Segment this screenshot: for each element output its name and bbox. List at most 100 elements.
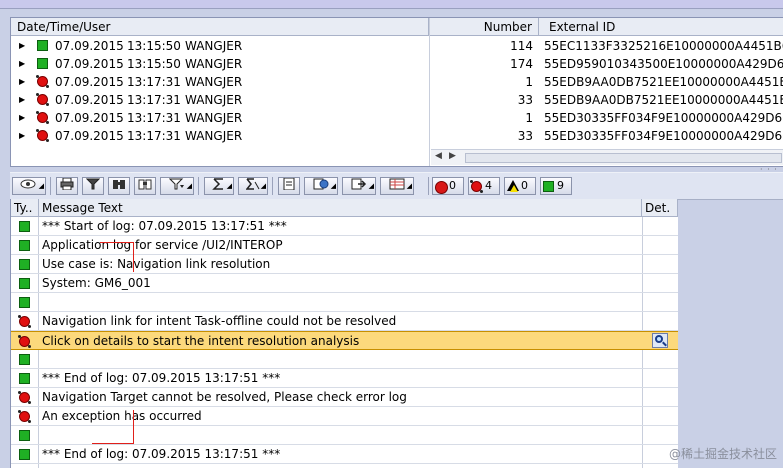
log-date: 07.09.2015 (55, 57, 124, 71)
export-button[interactable]: ◢ (342, 177, 376, 195)
find-next-button[interactable] (134, 177, 156, 195)
set-filter-button[interactable]: ◢ (160, 177, 194, 195)
find-button[interactable] (108, 177, 130, 195)
message-row[interactable] (11, 293, 678, 312)
log-number: 1 (525, 111, 533, 125)
error-icon (470, 180, 483, 193)
success-message-icon (19, 430, 30, 441)
column-header-date-time-user[interactable]: Date/Time/User (11, 18, 429, 36)
success-message-icon (19, 449, 30, 460)
expand-row-icon[interactable]: ▶ (19, 109, 25, 127)
print-button[interactable] (56, 177, 78, 195)
message-row[interactable]: Use case is: Navigation link resolution (11, 255, 678, 274)
message-table: Ty.. Message Text Det. *** Start of log:… (10, 199, 678, 468)
warning-count: 0 (521, 179, 528, 192)
column-header-type[interactable]: Ty.. (11, 199, 39, 217)
log-number: 1 (525, 75, 533, 89)
message-row[interactable]: System: GM6_001 (11, 274, 678, 293)
log-number: 33 (517, 129, 533, 143)
subtotal-button[interactable]: ◢ (238, 177, 268, 195)
message-row[interactable]: An exception has occurred (11, 407, 678, 426)
log-time: 13:17:31 (127, 93, 181, 107)
log-user: WANGJER (185, 39, 243, 53)
sigma-icon (212, 178, 223, 190)
message-text: Use case is: Navigation link resolution (42, 257, 271, 271)
error-status-icon (36, 129, 49, 142)
column-header-number[interactable]: Number (429, 18, 539, 36)
print-preview-button[interactable] (278, 177, 300, 195)
log-number: 174 (510, 57, 533, 71)
success-message-icon (19, 278, 30, 289)
error-message-icon (18, 410, 31, 423)
log-number: 33 (517, 93, 533, 107)
message-text: Navigation link for intent Task-offline … (42, 314, 397, 328)
success-message-icon (19, 221, 30, 232)
subtotal-icon (245, 178, 260, 190)
message-text: Click on details to start the intent res… (42, 334, 360, 348)
log-user: WANGJER (185, 75, 243, 89)
column-header-external-id[interactable]: External ID (539, 18, 783, 36)
document-icon (283, 177, 295, 191)
warning-count-button[interactable]: 0 (504, 177, 536, 195)
scroll-right-icon[interactable]: ▶ (449, 151, 456, 161)
log-date: 07.09.2015 (55, 39, 124, 53)
log-time: 13:15:50 (127, 39, 181, 53)
log-time: 13:17:31 (127, 111, 181, 125)
success-message-icon (19, 373, 30, 384)
message-row[interactable]: Application log for service /UI2/INTEROP (11, 236, 678, 255)
log-user: WANGJER (185, 93, 243, 107)
log-list-row[interactable]: ▶ 07.09.2015 13:17:31 WANGJER 1 55ED30335FF03… (11, 109, 783, 127)
annotation-line (92, 443, 134, 444)
log-list-row[interactable]: ▶ 07.09.2015 13:17:31 WANGJER 1 55EDB9AA0DB75… (11, 73, 783, 91)
horizontal-scrollbar[interactable]: ◀ ▶ (431, 149, 783, 165)
stop-count-button[interactable]: 0 (432, 177, 464, 195)
log-list-row[interactable]: ▶ 07.09.2015 13:17:31 WANGJER 33 55ED30335FF0… (11, 127, 783, 145)
message-text: An exception has occurred (42, 409, 202, 423)
log-list-row[interactable]: ▶ 07.09.2015 13:17:31 WANGJER 33 55EDB9AA0DB7… (11, 91, 783, 109)
error-status-icon (36, 111, 49, 124)
sum-button[interactable]: ◢ (204, 177, 234, 195)
expand-row-icon[interactable]: ▶ (19, 91, 25, 109)
success-status-icon (37, 58, 48, 69)
success-message-icon (19, 240, 30, 251)
expand-row-icon[interactable]: ▶ (19, 37, 25, 55)
error-status-icon (36, 93, 49, 106)
message-row[interactable]: Click on details to start the intent res… (11, 331, 678, 350)
message-row[interactable] (11, 350, 678, 369)
message-row[interactable]: Navigation Target cannot be resolved, Pl… (11, 388, 678, 407)
view-button[interactable]: ◢ (304, 177, 338, 195)
log-external-id: 55ED30335FF034F9E10000000A429D66 (544, 111, 783, 125)
filter-button[interactable] (82, 177, 104, 195)
log-list-row[interactable]: ▶ 07.09.2015 13:15:50 WANGJER 114 55EC1133F33… (11, 37, 783, 55)
column-header-message-text[interactable]: Message Text (39, 199, 642, 217)
message-row[interactable]: *** Start of log: 07.09.2015 13:17:51 **… (11, 217, 678, 236)
scrollbar-track[interactable] (465, 153, 782, 163)
success-message-icon (19, 354, 30, 365)
success-message-icon (19, 259, 30, 270)
log-date: 07.09.2015 (55, 129, 124, 143)
layout-button[interactable]: ◢ (380, 177, 414, 195)
log-user: WANGJER (185, 111, 243, 125)
log-external-id: 55ED30335FF034F9E10000000A429D66 (544, 129, 783, 143)
message-row[interactable]: *** End of log: 07.09.2015 13:17:51 *** (11, 445, 678, 464)
expand-row-icon[interactable]: ▶ (19, 127, 25, 145)
error-count-button[interactable]: 4 (468, 177, 500, 195)
message-row[interactable]: Navigation link for intent Task-offline … (11, 312, 678, 331)
detail-magnifier-icon[interactable] (652, 333, 668, 348)
message-text: Navigation Target cannot be resolved, Pl… (42, 390, 407, 404)
log-toolbar: ◢ ◢ ◢ ◢ ◢ ◢ ◢ 0 4 0 9 (10, 172, 783, 200)
scroll-left-icon[interactable]: ◀ (435, 151, 442, 161)
expand-row-icon[interactable]: ▶ (19, 55, 25, 73)
expand-row-icon[interactable]: ▶ (19, 73, 25, 91)
column-header-detail[interactable]: Det. (642, 199, 678, 217)
log-list-table: Date/Time/User Number External ID ▶ 07.09… (10, 17, 783, 167)
log-user: WANGJER (185, 129, 243, 143)
detail-button[interactable]: ◢ (12, 177, 46, 195)
log-list-row[interactable]: ▶ 07.09.2015 13:15:50 WANGJER 174 55ED9590103… (11, 55, 783, 73)
log-user: WANGJER (185, 57, 243, 71)
log-date: 07.09.2015 (55, 75, 124, 89)
success-count-button[interactable]: 9 (540, 177, 572, 195)
binoculars-icon (113, 180, 125, 189)
annotation-line (133, 242, 134, 272)
message-row[interactable]: *** End of log: 07.09.2015 13:17:51 *** (11, 369, 678, 388)
